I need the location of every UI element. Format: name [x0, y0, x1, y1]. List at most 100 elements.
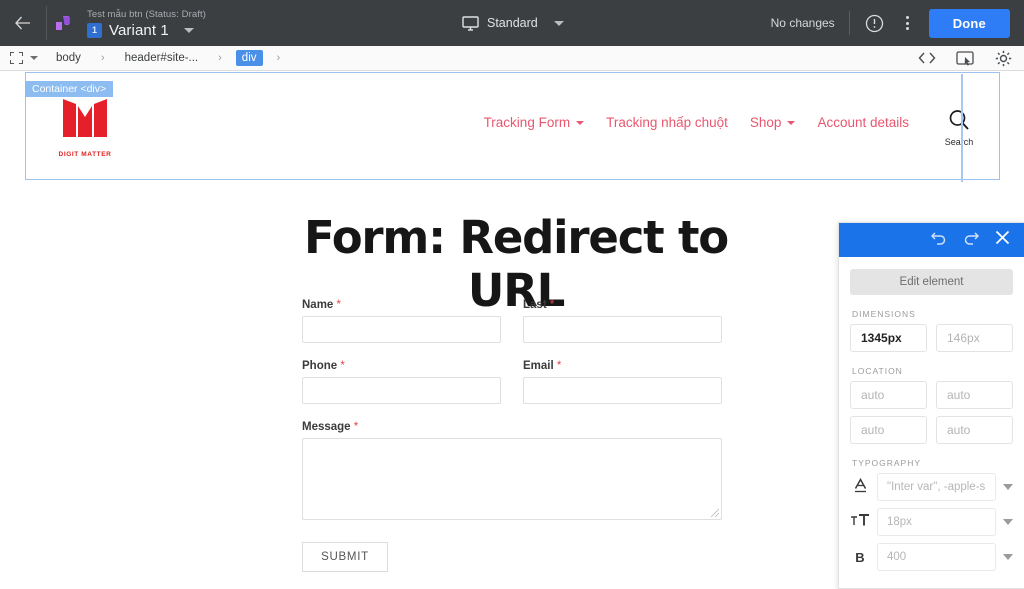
- chevron-down-icon[interactable]: [30, 56, 38, 60]
- done-button[interactable]: Done: [928, 8, 1010, 38]
- app-root: Test mẫu btn (Status: Draft) 1 Variant 1…: [0, 0, 1024, 589]
- screen-pointer-icon[interactable]: [954, 47, 976, 69]
- font-weight-icon: B: [855, 549, 865, 565]
- font-size-row: 18px: [850, 508, 1013, 536]
- font-weight-input[interactable]: 400: [877, 543, 996, 571]
- digit-matter-logo[interactable]: DIGIT MATTER: [39, 91, 131, 158]
- redo-icon[interactable]: [963, 231, 980, 250]
- required-mark: *: [556, 360, 562, 372]
- required-mark: *: [340, 360, 345, 372]
- label-text: Message: [302, 421, 351, 433]
- back-button[interactable]: [0, 0, 46, 46]
- device-label: Standard: [487, 16, 538, 30]
- field-label: Last *: [523, 299, 722, 311]
- required-mark: *: [549, 299, 555, 311]
- location-top-input[interactable]: auto: [850, 381, 927, 409]
- label-text: Phone: [302, 360, 338, 372]
- field-name: Name *: [302, 299, 501, 343]
- chevron-down-icon: [576, 120, 585, 125]
- typography-section-label: TYPOGRAPHY: [852, 458, 922, 468]
- chevron-down-icon[interactable]: [1003, 484, 1013, 490]
- required-mark: *: [336, 299, 342, 311]
- code-brackets-icon[interactable]: [916, 47, 938, 69]
- font-family-input[interactable]: "Inter var", -apple-s: [877, 473, 996, 501]
- font-family-row: "Inter var", -apple-s: [850, 473, 1013, 501]
- kebab-menu-icon[interactable]: [900, 16, 915, 30]
- name-input[interactable]: [302, 316, 501, 343]
- chevron-down-icon[interactable]: [553, 20, 564, 26]
- location-left-input[interactable]: auto: [936, 416, 1013, 444]
- search-button[interactable]: Search: [929, 109, 989, 147]
- dimensions-fields: 1345px 146px: [850, 324, 1013, 352]
- field-last: Last *: [523, 299, 722, 343]
- breadcrumb-item-header[interactable]: header#site-...: [119, 50, 205, 66]
- chevron-down-icon[interactable]: [1003, 554, 1013, 560]
- breadcrumb-separator: ›: [100, 52, 105, 64]
- location-fields-top: auto auto: [850, 381, 1013, 409]
- close-icon[interactable]: [995, 230, 1010, 250]
- properties-panel: Edit element DIMENSIONS 1345px 146px LOC…: [838, 222, 1024, 589]
- breadcrumb-item-div[interactable]: div: [235, 50, 263, 66]
- gear-icon[interactable]: [992, 47, 1014, 69]
- dimensions-section-label: DIMENSIONS: [852, 309, 916, 319]
- logo-mark-icon: [63, 99, 107, 137]
- form-row: Name * Last *: [302, 299, 722, 343]
- divider: [848, 11, 850, 35]
- breadcrumb-bar: body › header#site-... › div ›: [0, 46, 1024, 71]
- field-label: Message *: [302, 421, 722, 433]
- location-bottom-input[interactable]: auto: [850, 416, 927, 444]
- experiment-name: Test mẫu btn (Status: Draft): [87, 8, 206, 20]
- font-weight-row: B 400: [850, 543, 1013, 571]
- chevron-down-icon[interactable]: [1003, 519, 1013, 525]
- panel-body: Edit element DIMENSIONS 1345px 146px LOC…: [839, 257, 1024, 571]
- submit-button[interactable]: SUBMIT: [302, 542, 388, 572]
- width-input[interactable]: 1345px: [850, 324, 927, 352]
- breadcrumb-separator: ›: [276, 52, 281, 64]
- height-input[interactable]: 146px: [936, 324, 1013, 352]
- panel-header: [839, 223, 1024, 257]
- label-text: Name: [302, 299, 334, 311]
- breadcrumb-separator: ›: [218, 52, 222, 64]
- nav-item-shop[interactable]: Shop: [750, 115, 796, 130]
- message-textarea[interactable]: [302, 438, 722, 520]
- nav-label: Tracking Form: [483, 115, 571, 130]
- field-label: Phone *: [302, 360, 501, 372]
- form-row: Phone * Email *: [302, 360, 722, 404]
- nav-item-tracking-form[interactable]: Tracking Form: [484, 115, 585, 130]
- variant-name: Variant 1: [109, 21, 169, 39]
- frame-select-icon: [10, 52, 23, 64]
- field-label: Email *: [523, 360, 722, 372]
- variant-row[interactable]: 1 Variant 1: [87, 22, 206, 39]
- variant-badge: 1: [87, 22, 102, 38]
- selected-container[interactable]: Container <div> DIGIT MATTER Tracking Fo…: [25, 72, 1000, 182]
- status-text: No changes: [770, 16, 835, 30]
- undo-icon[interactable]: [930, 231, 947, 250]
- topbar-actions: No changes Done: [771, 0, 1010, 46]
- field-phone: Phone *: [302, 360, 501, 404]
- search-label: Search: [944, 137, 974, 147]
- font-size-input[interactable]: 18px: [877, 508, 996, 536]
- email-input[interactable]: [523, 377, 722, 404]
- chevron-down-icon[interactable]: [183, 27, 194, 33]
- location-right-input[interactable]: auto: [936, 381, 1013, 409]
- nav-item-account-details[interactable]: Account details: [817, 115, 909, 130]
- phone-input[interactable]: [302, 377, 501, 404]
- last-input[interactable]: [523, 316, 722, 343]
- info-circle-icon[interactable]: [864, 12, 886, 34]
- nav-item-tracking-nhap-chuot[interactable]: Tracking nhấp chuột: [606, 115, 728, 130]
- label-text: Email: [523, 360, 554, 372]
- breadcrumb-item-body[interactable]: body: [50, 50, 87, 66]
- nav-label: Shop: [749, 115, 782, 130]
- resize-grip-icon[interactable]: [711, 509, 719, 517]
- selection-rail: [961, 74, 963, 182]
- experiment-title-block: Test mẫu btn (Status: Draft) 1 Variant 1: [81, 0, 206, 46]
- search-icon: [949, 110, 969, 130]
- chevron-down-icon: [787, 120, 796, 125]
- nav-label: Account details: [817, 115, 909, 130]
- top-toolbar: Test mẫu btn (Status: Draft) 1 Variant 1…: [0, 0, 1024, 46]
- font-family-icon: [850, 477, 870, 496]
- edit-element-button[interactable]: Edit element: [850, 269, 1013, 295]
- element-selector-dropdown[interactable]: [10, 52, 50, 64]
- field-email: Email *: [523, 360, 722, 404]
- device-selector[interactable]: Standard: [462, 0, 564, 46]
